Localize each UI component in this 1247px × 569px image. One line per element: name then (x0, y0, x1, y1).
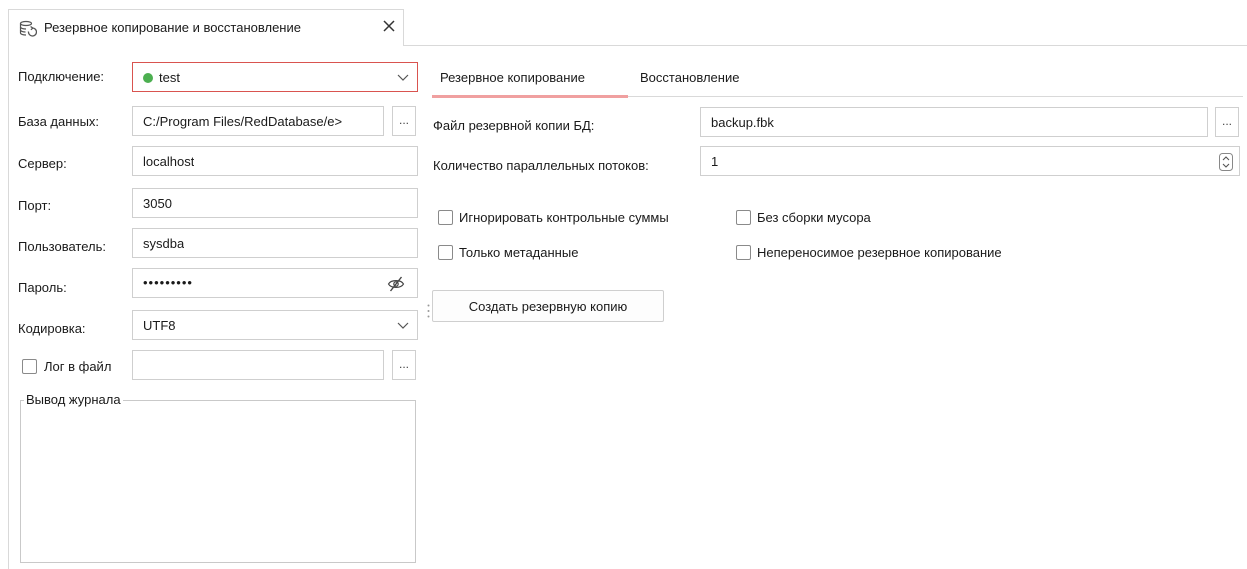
tab-backup[interactable]: Резервное копирование (440, 70, 585, 85)
threads-label: Количество параллельных потоков: (433, 158, 649, 173)
password-value: ••••••••• (143, 275, 193, 290)
ignore-checksums-checkbox[interactable] (438, 210, 453, 225)
password-field[interactable]: ••••••••• (132, 268, 418, 298)
port-field[interactable]: 3050 (132, 188, 418, 218)
backup-file-label: Файл резервной копии БД: (433, 118, 595, 133)
connection-label: Подключение: (18, 69, 105, 84)
tab-backup-restore[interactable]: Резервное копирование и восстановление (8, 9, 404, 46)
tab-strip-border (404, 45, 1247, 46)
panel-left-border (8, 46, 9, 569)
backup-file-value: backup.fbk (711, 115, 774, 130)
splitter-handle[interactable] (427, 304, 430, 318)
close-icon[interactable] (381, 18, 397, 34)
database-browse-button[interactable]: ... (392, 106, 416, 136)
database-field[interactable]: C:/Program Files/RedDatabase/e> (132, 106, 384, 136)
encoding-select[interactable]: UTF8 (132, 310, 418, 340)
password-label: Пароль: (18, 280, 67, 295)
metadata-only-label: Только метаданные (459, 245, 579, 260)
chevron-down-icon (397, 322, 409, 329)
browse-label: ... (398, 357, 409, 371)
port-label: Порт: (18, 198, 52, 213)
log-to-file-label: Лог в файл (44, 359, 112, 374)
connection-select[interactable]: test (132, 62, 418, 92)
create-backup-label: Создать резервную копию (468, 299, 628, 314)
threads-value: 1 (711, 154, 719, 169)
connection-value: test (159, 70, 180, 85)
database-value: C:/Program Files/RedDatabase/e> (143, 114, 343, 129)
active-tab-indicator (432, 95, 628, 98)
backup-file-browse-button[interactable]: ... (1215, 107, 1239, 137)
log-to-file-checkbox[interactable] (22, 359, 37, 374)
log-file-browse-button[interactable]: ... (392, 350, 416, 380)
log-output-title: Вывод журнала (24, 392, 123, 407)
database-refresh-icon (19, 20, 37, 37)
encoding-label: Кодировка: (18, 321, 86, 336)
port-value: 3050 (143, 196, 172, 211)
backup-file-field[interactable]: backup.fbk (700, 107, 1208, 137)
ignore-checksums-label: Игнорировать контрольные суммы (459, 210, 669, 225)
tab-title: Резервное копирование и восстановление (44, 20, 301, 35)
log-output-box (20, 400, 416, 563)
chevron-down-icon (397, 74, 409, 81)
no-garbage-collection-checkbox[interactable] (736, 210, 751, 225)
browse-label: ... (1221, 114, 1232, 128)
database-label: База данных: (18, 114, 100, 129)
server-value: localhost (143, 154, 195, 169)
user-label: Пользователь: (18, 239, 106, 254)
no-garbage-collection-label: Без сборки мусора (757, 210, 871, 225)
connection-status-dot (143, 73, 153, 83)
user-field[interactable]: sysdba (132, 228, 418, 258)
tab-restore[interactable]: Восстановление (640, 70, 739, 85)
server-label: Сервер: (18, 156, 67, 171)
user-value: sysdba (143, 236, 185, 251)
create-backup-button[interactable]: Создать резервную копию (432, 290, 664, 322)
spin-updown-icon[interactable] (1219, 153, 1233, 171)
browse-label: ... (398, 113, 409, 127)
encoding-value: UTF8 (143, 318, 176, 333)
threads-spinbox[interactable]: 1 (700, 146, 1240, 176)
non-transportable-checkbox[interactable] (736, 245, 751, 260)
eye-slash-icon[interactable] (387, 275, 405, 293)
log-file-field[interactable] (132, 350, 384, 380)
metadata-only-checkbox[interactable] (438, 245, 453, 260)
non-transportable-label: Непереносимое резервное копирование (757, 245, 1002, 260)
server-field[interactable]: localhost (132, 146, 418, 176)
